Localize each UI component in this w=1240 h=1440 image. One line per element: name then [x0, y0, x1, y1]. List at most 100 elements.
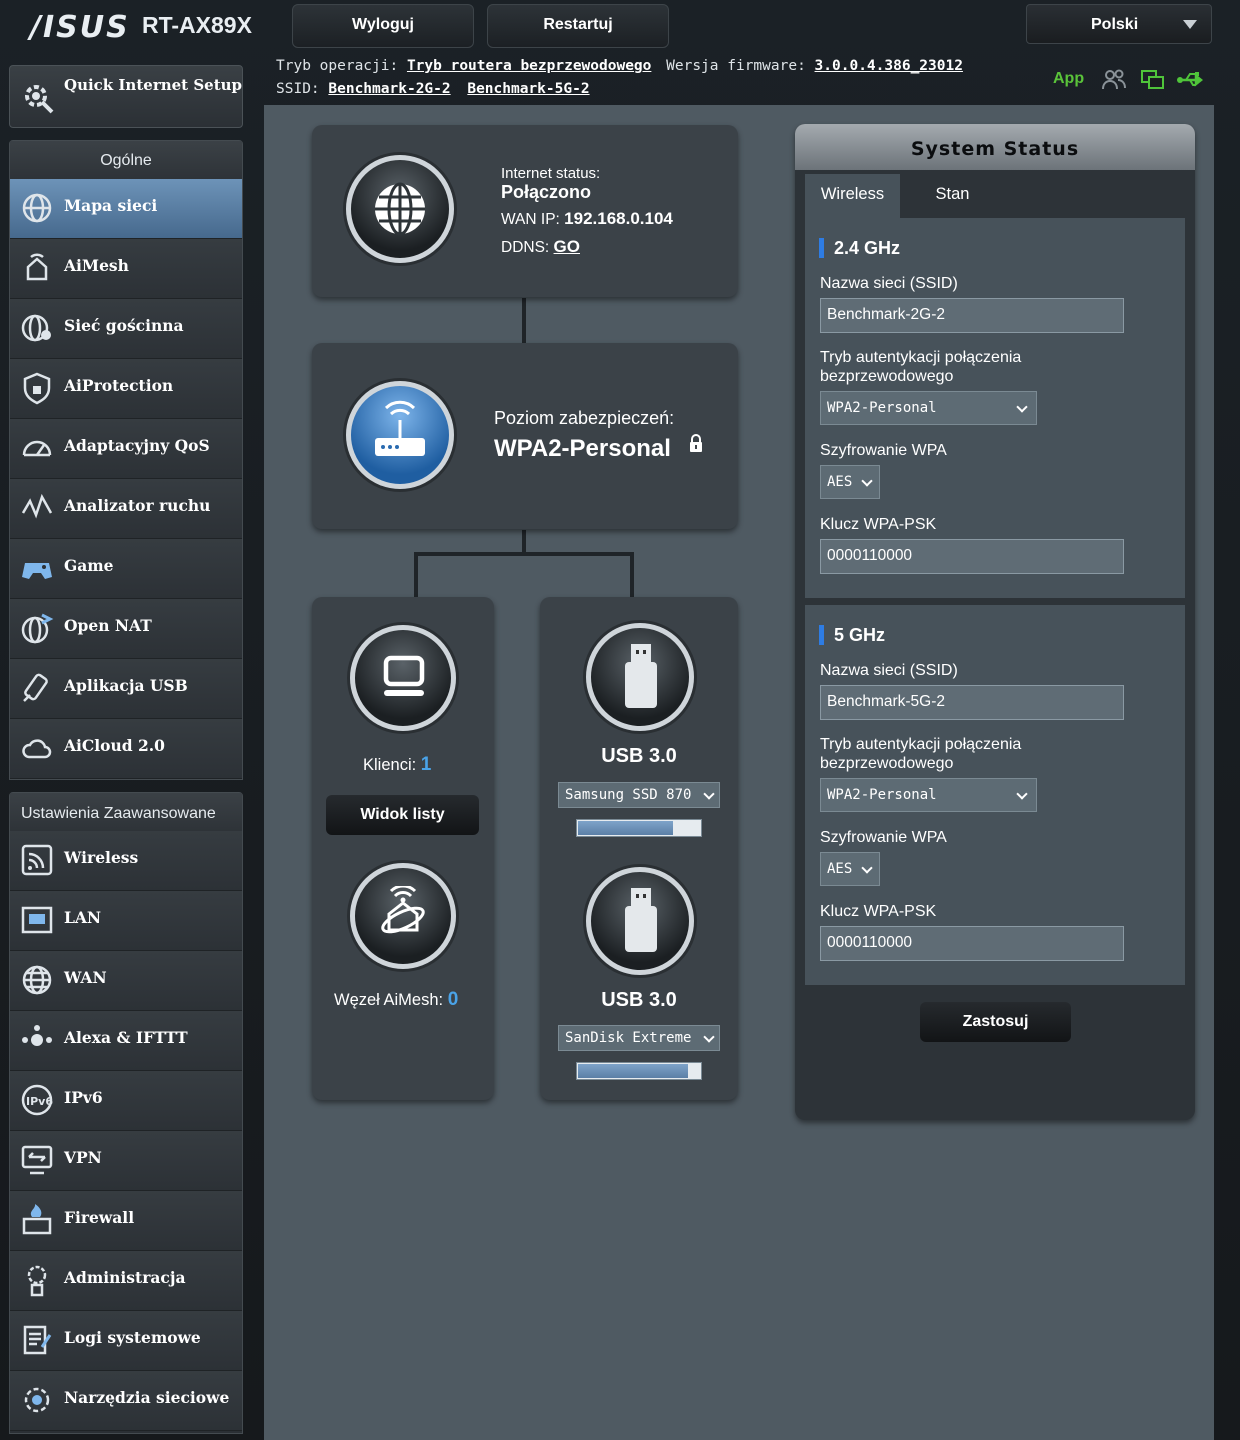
sidebar-item-label: LAN — [64, 908, 102, 927]
guest-network-icon — [21, 314, 51, 342]
sidebar-item-aimesh[interactable]: AiMesh — [10, 239, 242, 299]
sidebar-item-aicloud-2-0[interactable]: AiCloud 2.0 — [10, 719, 242, 779]
wan-ip-value: 192.168.0.104 — [564, 209, 673, 228]
key-5-label: Klucz WPA-PSK — [820, 903, 937, 920]
chevron-down-icon — [1183, 20, 1197, 29]
router-icon — [375, 400, 425, 456]
sidebar-item-logi-systemowe[interactable]: Logi systemowe — [10, 1311, 242, 1371]
list-view-button[interactable]: Widok listy — [326, 795, 479, 835]
aimesh-node-count[interactable]: 0 — [448, 989, 459, 1010]
usb-app-icon — [23, 673, 48, 702]
sidebar-item-firewall[interactable]: Firewall — [10, 1191, 242, 1251]
sidebar-item-label: Logi systemowe — [64, 1328, 201, 1347]
enc-24-select[interactable]: AES — [820, 465, 880, 499]
key-5-input[interactable]: 0000110000 — [820, 926, 1124, 961]
sidebar-item-aiprotection[interactable]: AiProtection — [10, 359, 242, 419]
auth-5-select[interactable]: WPA2-Personal — [820, 778, 1037, 812]
quick-setup-icon — [25, 85, 54, 114]
logout-button[interactable]: Wyloguj — [292, 4, 474, 48]
mode-link[interactable]: Tryb routera bezprzewodowego — [407, 58, 651, 74]
key-24-input[interactable]: 0000110000 — [820, 539, 1124, 574]
sidebar-item-siec-goscinna[interactable]: Sieć gościnna — [10, 299, 242, 359]
sidebar-item-open-nat[interactable]: Open NAT — [10, 599, 242, 659]
clients-card[interactable]: Klienci: 1 Węzeł AiMesh: 0 — [312, 597, 494, 1100]
router-security-card[interactable]: Poziom zabezpieczeń: WPA2-Personal — [312, 343, 738, 529]
sidebar-item-label: Open NAT — [64, 616, 152, 635]
ssid-line: SSID: Benchmark-2G-2 Benchmark-5G-2 — [276, 81, 590, 97]
system-status-panel: System Status Wireless Stan 2.4 GHz Nazw… — [795, 124, 1195, 1120]
sidebar-item-ipv6[interactable]: IPv6 IPv6 — [10, 1071, 242, 1131]
language-select[interactable]: Polski — [1026, 4, 1212, 44]
usb-card[interactable]: USB 3.0 Samsung SSD 870 USB 3.0 SanDisk … — [540, 597, 738, 1100]
sidebar-item-lan[interactable]: LAN — [10, 891, 242, 951]
usb1-device-value: Samsung SSD 870 — [565, 787, 692, 803]
app-link[interactable]: App — [1053, 70, 1084, 88]
quick-internet-setup-button[interactable]: Quick Internet Setup — [9, 65, 243, 128]
ipv6-icon: IPv6 — [21, 1084, 53, 1116]
chevron-down-icon — [1016, 788, 1028, 800]
multi-screen-icon[interactable] — [1140, 68, 1166, 92]
system-log-icon — [23, 1325, 52, 1355]
clients-count[interactable]: 1 — [421, 754, 432, 775]
enc-5-select[interactable]: AES — [820, 852, 880, 886]
sidebar-item-wireless[interactable]: Wireless — [10, 831, 242, 891]
sidebar-item-analizator-ruchu[interactable]: Analizator ruchu — [10, 479, 242, 539]
router-button[interactable] — [346, 381, 454, 489]
aiprotection-icon — [23, 372, 51, 405]
sidebar-item-narzedzia-sieciowe[interactable]: Narzędzia sieciowe — [10, 1371, 242, 1431]
connector-line — [522, 298, 526, 344]
sidebar-item-wan[interactable]: WAN — [10, 951, 242, 1011]
aimesh-node-button[interactable] — [350, 863, 456, 969]
sidebar-item-label: Alexa & IFTTT — [64, 1028, 188, 1047]
sidebar-item-mapa-sieci[interactable]: Mapa sieci — [10, 179, 242, 239]
firmware-link[interactable]: 3.0.0.4.386_23012 — [815, 58, 963, 74]
asus-logo: /ISUS — [30, 10, 130, 45]
sidebar-item-game[interactable]: Game — [10, 539, 242, 599]
tab-wireless[interactable]: Wireless — [805, 174, 900, 218]
svg-text:IPv6: IPv6 — [26, 1095, 53, 1108]
usb2-button[interactable] — [586, 867, 694, 975]
restart-button[interactable]: Restartuj — [487, 4, 669, 48]
enc-5-value: AES — [827, 861, 853, 877]
aicloud-icon — [22, 739, 52, 759]
sidebar-item-alexa-ifttt[interactable]: Alexa & IFTTT — [10, 1011, 242, 1071]
users-icon[interactable] — [1101, 68, 1127, 92]
clients-label: Klienci: — [363, 756, 417, 774]
wireless-icon — [21, 844, 53, 876]
sidebar-item-vpn[interactable]: VPN — [10, 1131, 242, 1191]
sidebar-item-label: Sieć gościnna — [64, 316, 184, 335]
sidebar-item-administracja[interactable]: Administracja — [10, 1251, 242, 1311]
network-map-icon — [22, 193, 52, 223]
ssid-24-input[interactable]: Benchmark-2G-2 — [820, 298, 1124, 333]
usb-status-icon[interactable] — [1176, 68, 1206, 92]
usb1-device-select[interactable]: Samsung SSD 870 — [558, 782, 720, 808]
enc-5-label: Szyfrowanie WPA — [820, 829, 947, 846]
ssid-5g-link[interactable]: Benchmark-5G-2 — [467, 81, 589, 97]
band-5-title: 5 GHz — [819, 625, 885, 645]
sidebar-item-aplikacja-usb[interactable]: Aplikacja USB — [10, 659, 242, 719]
ddns-go-link[interactable]: GO — [554, 237, 580, 256]
usb2-usage-bar — [576, 1062, 702, 1080]
usb1-button[interactable] — [586, 623, 694, 731]
apply-button[interactable]: Zastosuj — [920, 1002, 1071, 1042]
aimesh-node-row: Węzeł AiMesh: 0 — [334, 989, 458, 1011]
band-24-section: 2.4 GHz Nazwa sieci (SSID) Benchmark-2G-… — [805, 218, 1185, 598]
globe-icon — [375, 182, 425, 236]
tab-stan[interactable]: Stan — [905, 174, 1000, 218]
sidebar-item-adaptacyjny-qos[interactable]: Adaptacyjny QoS — [10, 419, 242, 479]
clients-button[interactable] — [350, 625, 456, 731]
auth-24-select[interactable]: WPA2-Personal — [820, 391, 1037, 425]
connector-line — [522, 530, 526, 554]
firewall-icon — [22, 1204, 52, 1235]
internet-status-card[interactable]: Internet status: Połączono WAN IP: 192.1… — [312, 125, 738, 297]
ssid-5-input[interactable]: Benchmark-5G-2 — [820, 685, 1124, 720]
usb2-title: USB 3.0 — [601, 989, 677, 1011]
ssid-2g-link[interactable]: Benchmark-2G-2 — [328, 81, 450, 97]
connector-line — [414, 552, 634, 556]
usb2-device-select[interactable]: SanDisk Extreme — [558, 1025, 720, 1051]
chevron-down-icon — [861, 862, 873, 874]
security-level-value: WPA2-Personal — [494, 435, 671, 462]
internet-status-value: Połączono — [501, 182, 592, 202]
internet-globe-button[interactable] — [346, 155, 454, 263]
sidebar-item-label: AiProtection — [64, 376, 174, 395]
